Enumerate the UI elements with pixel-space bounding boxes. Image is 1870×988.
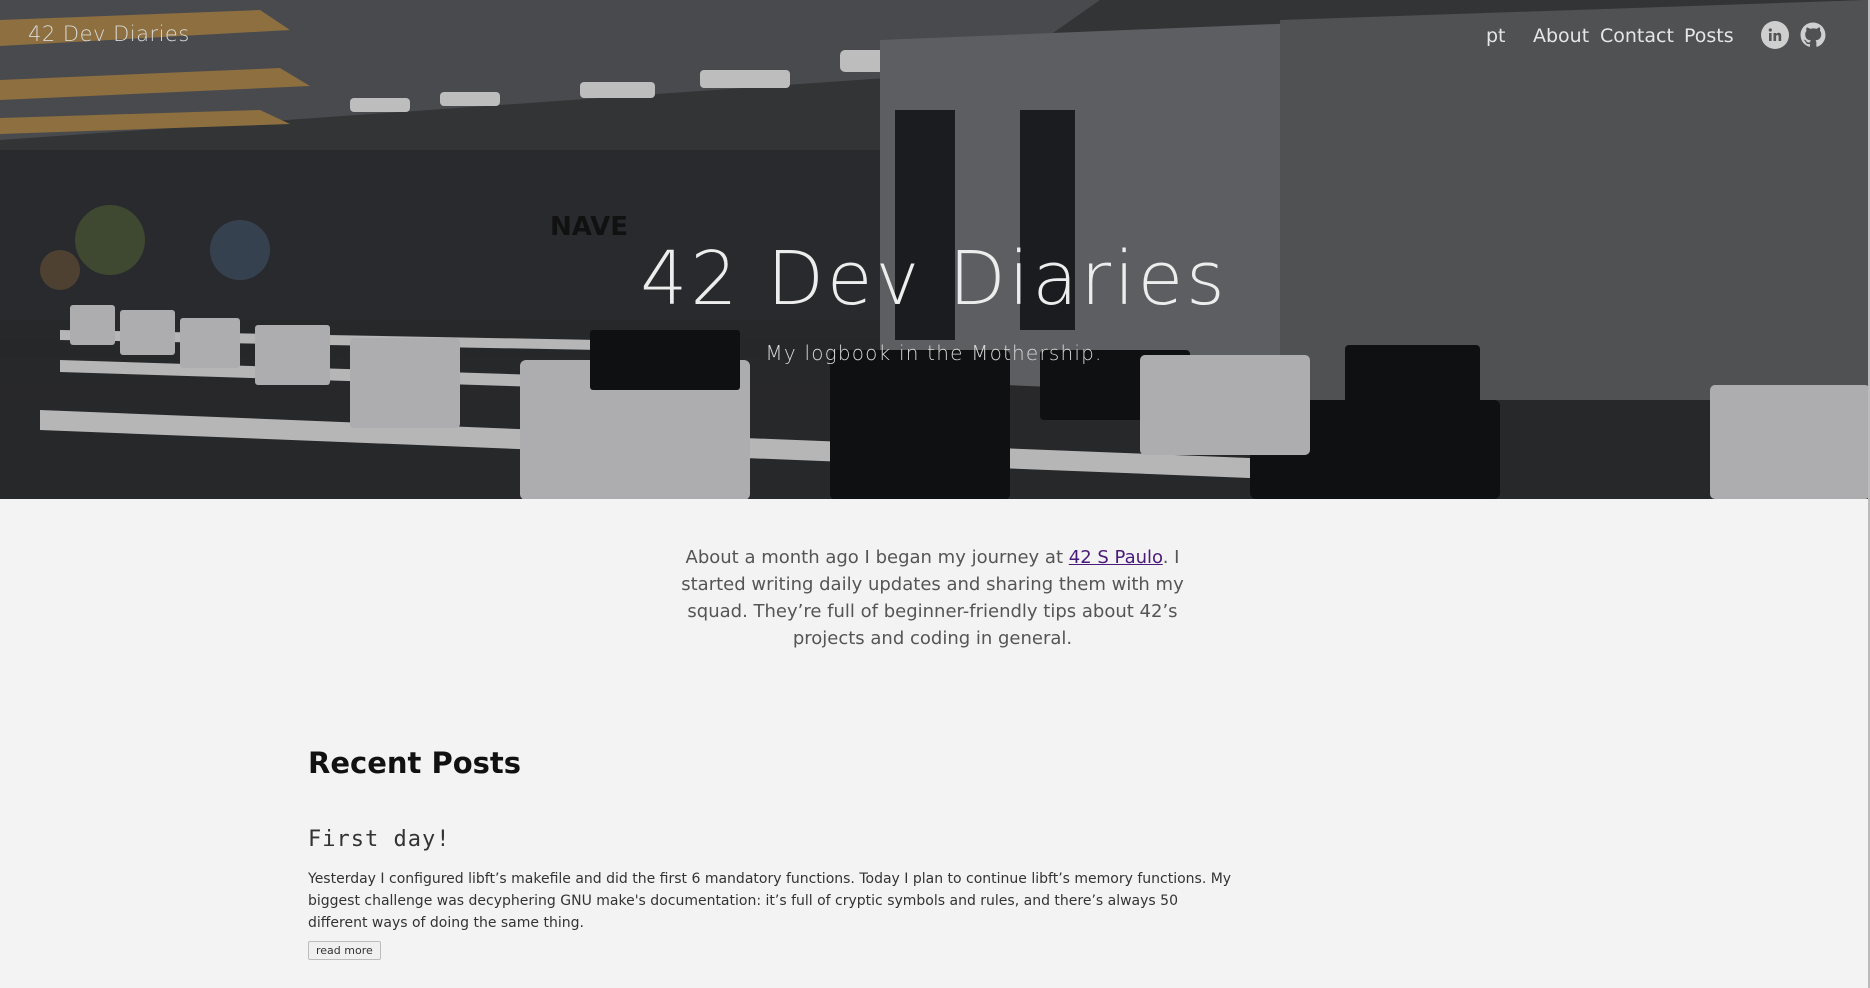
linkedin-icon xyxy=(1768,28,1782,41)
post-title-link[interactable]: First day! xyxy=(308,827,450,852)
nav-posts-link[interactable]: Posts xyxy=(1684,25,1734,47)
page: NAVE 42 Dev Diaries pt About Contact Pos… xyxy=(0,0,1870,988)
hero-subtitle: My logbook in the Mothership. xyxy=(765,341,1103,365)
nav-contact-link[interactable]: Contact xyxy=(1600,25,1674,47)
post-excerpt: Yesterday I configured libft’s makefile … xyxy=(308,871,1232,931)
linkedin-link[interactable] xyxy=(1761,21,1789,49)
github-icon xyxy=(1800,22,1826,47)
hero-title: 42 Dev Diaries xyxy=(640,236,1228,322)
github-link[interactable] xyxy=(1799,21,1827,49)
recent-posts-heading: Recent Posts xyxy=(308,746,522,780)
school-link[interactable]: 42 S Paulo xyxy=(1069,547,1163,568)
read-more-button[interactable]: read more xyxy=(308,941,381,960)
intro-paragraph: About a month ago I began my journey at … xyxy=(680,544,1185,652)
site-brand-link[interactable]: 42 Dev Diaries xyxy=(28,22,190,46)
language-switch-link[interactable]: pt xyxy=(1486,25,1506,47)
hero-banner: NAVE 42 Dev Diaries pt About Contact Pos… xyxy=(0,0,1868,499)
nav-about-link[interactable]: About xyxy=(1533,25,1589,47)
intro-text-before: About a month ago I began my journey at xyxy=(685,547,1069,568)
